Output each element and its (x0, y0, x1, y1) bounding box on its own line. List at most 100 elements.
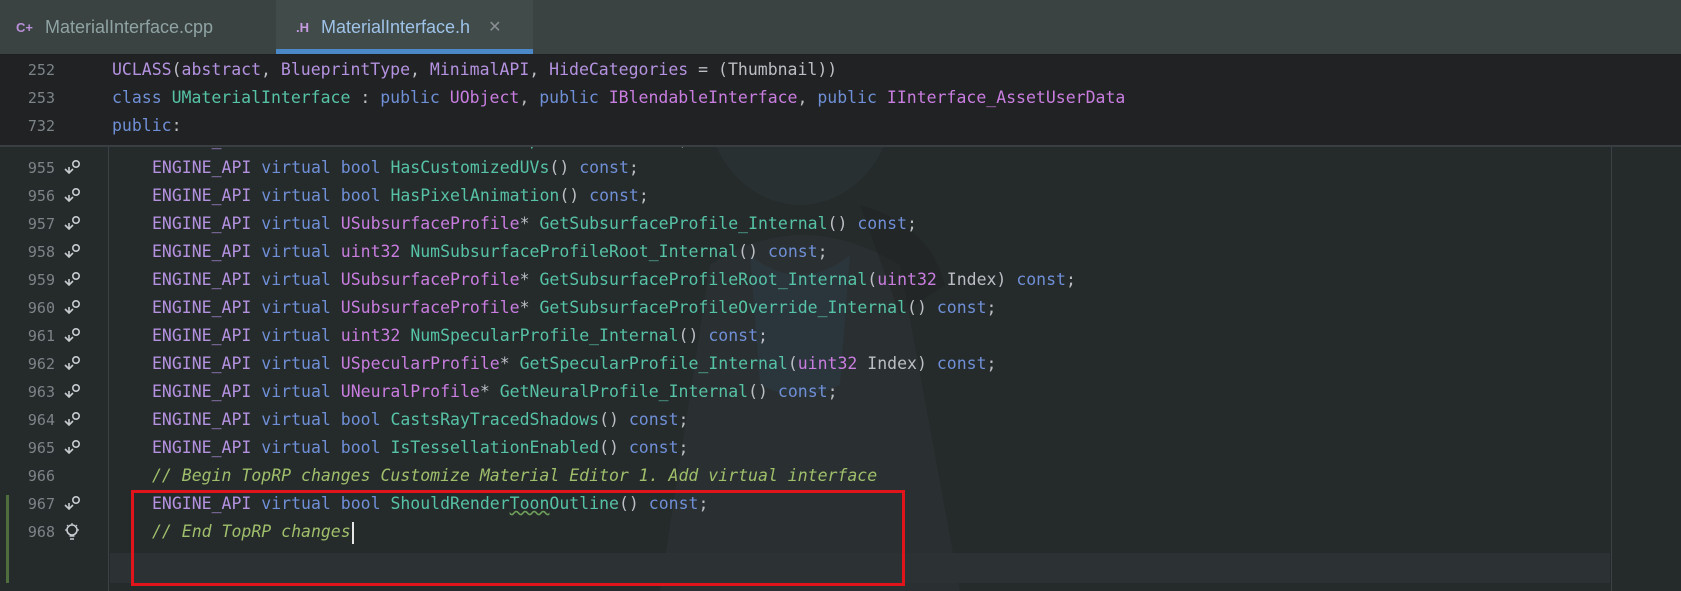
code-line[interactable]: 964 ENGINE_API virtual bool CastsRayTrace… (0, 405, 1681, 435)
override-icon[interactable] (62, 298, 82, 318)
override-icon[interactable] (62, 186, 82, 206)
code-token: const (628, 438, 679, 457)
code-text[interactable]: ENGINE_API virtual uint32 NumSpecularPro… (152, 321, 768, 351)
code-token: () (599, 438, 629, 457)
code-text[interactable]: UCLASS(abstract, BlueprintType, MinimalA… (112, 55, 837, 85)
code-text[interactable]: ENGINE_API virtual bool HasCustomizedUVs… (152, 153, 639, 183)
code-token: public (817, 88, 887, 107)
line-number[interactable]: 965 (0, 433, 55, 463)
code-line[interactable]: 965 ENGINE_API virtual bool IsTessellatio… (0, 433, 1681, 463)
code-text[interactable]: ENGINE_API virtual USubsurfaceProfile* G… (152, 293, 996, 323)
code-text[interactable]: ENGINE_API virtual bool CastsRayTracedSh… (152, 405, 688, 435)
code-token: ENGINE_API (152, 382, 262, 401)
editor-tab-bar: C+ MaterialInterface.cpp .H MaterialInte… (0, 0, 1681, 55)
code-text[interactable]: ENGINE_API virtual USpecularProfile* Get… (152, 349, 996, 379)
code-token: public (112, 116, 172, 135)
code-line[interactable]: 956 ENGINE_API virtual bool HasPixelAnima… (0, 181, 1681, 211)
code-token: ( (171, 60, 182, 79)
code-line[interactable]: 966 // Begin TopRP changes Customize Mate… (0, 461, 1681, 491)
code-text[interactable]: class UMaterialInterface : public UObjec… (112, 83, 1125, 113)
line-number[interactable]: 959 (0, 265, 55, 295)
code-token: () (599, 410, 629, 429)
code-text[interactable]: ENGINE_API virtual USubsurfaceProfile* G… (152, 265, 1076, 295)
code-token: IInterface_AssetUserData (886, 88, 1126, 107)
code-line[interactable]: 957 ENGINE_API virtual USubsurfaceProfile… (0, 209, 1681, 239)
code-token: virtual (261, 214, 341, 233)
code-token: ENGINE_API (152, 410, 262, 429)
override-icon[interactable] (62, 242, 82, 262)
line-number[interactable]: 963 (0, 377, 55, 407)
override-icon[interactable] (62, 438, 82, 458)
code-line[interactable]: 955 ENGINE_API virtual bool HasCustomized… (0, 153, 1681, 183)
tab-materialinterface-cpp[interactable]: C+ MaterialInterface.cpp (16, 0, 213, 54)
line-number[interactable]: 253 (0, 83, 55, 113)
code-line[interactable]: 961 ENGINE_API virtual uint32 NumSpecular… (0, 321, 1681, 351)
override-icon[interactable] (62, 410, 82, 430)
override-icon[interactable] (62, 494, 82, 514)
line-number[interactable]: 955 (0, 153, 55, 183)
code-text[interactable]: ENGINE_API virtual bool IsTessellationEn… (152, 433, 688, 463)
line-number[interactable]: 968 (0, 517, 55, 547)
code-token: const (579, 158, 629, 177)
override-icon[interactable] (62, 326, 82, 346)
code-text[interactable]: ENGINE_API virtual UNeuralProfile* GetNe… (152, 377, 838, 407)
tab-materialinterface-h[interactable]: .H MaterialInterface.h ✕ (276, 0, 533, 54)
override-icon[interactable] (62, 382, 82, 402)
code-token: = (Thumbnail)) (688, 60, 838, 79)
code-line[interactable]: 963 ENGINE_API virtual UNeuralProfile* Ge… (0, 377, 1681, 407)
code-token: NumSpecularProfile_Internal (410, 326, 679, 345)
code-token: () (549, 158, 580, 177)
code-line[interactable]: 732 public: (0, 111, 1681, 141)
line-number[interactable]: 962 (0, 349, 55, 379)
close-icon[interactable]: ✕ (488, 17, 501, 37)
override-icon[interactable] (62, 354, 82, 374)
line-number[interactable]: 966 (0, 461, 55, 491)
code-token: Index) (867, 354, 937, 373)
code-text[interactable]: public: (112, 111, 182, 141)
line-number[interactable]: 732 (0, 111, 55, 141)
code-text[interactable]: ENGINE_API virtual uint32 NumSubsurfaceP… (152, 237, 828, 267)
code-token: uint32 (340, 326, 411, 345)
override-icon[interactable] (62, 158, 82, 178)
code-line[interactable]: 959 ENGINE_API virtual USubsurfaceProfile… (0, 265, 1681, 295)
line-number[interactable]: 956 (0, 181, 55, 211)
line-number[interactable]: 957 (0, 209, 55, 239)
lightbulb-icon[interactable] (62, 522, 82, 542)
code-token: UCLASS (112, 60, 172, 79)
override-icon[interactable] (62, 214, 82, 234)
code-line[interactable]: 253 class UMaterialInterface : public UOb… (0, 83, 1681, 113)
code-text[interactable]: ENGINE_API virtual USubsurfaceProfile* G… (152, 209, 917, 239)
code-editor[interactable]: 252 UCLASS(abstract, BlueprintType, Minim… (0, 55, 1681, 591)
code-token: const (589, 186, 639, 205)
code-line[interactable]: 962 ENGINE_API virtual USpecularProfile* … (0, 349, 1681, 379)
code-text[interactable]: // Begin TopRP changes Customize Materia… (152, 461, 877, 491)
code-token: const (936, 298, 987, 317)
code-token: ; (628, 158, 639, 177)
code-text[interactable]: ENGINE_API virtual bool HasPixelAnimatio… (152, 181, 649, 211)
code-token: , (261, 60, 281, 79)
code-line[interactable]: 252 UCLASS(abstract, BlueprintType, Minim… (0, 55, 1681, 85)
code-token: : (350, 88, 381, 107)
override-icon[interactable] (62, 270, 82, 290)
code-token: USubsurfaceProfile (340, 270, 520, 289)
code-token: virtual (261, 158, 341, 177)
line-number[interactable]: 252 (0, 55, 55, 85)
code-token: virtual (261, 382, 341, 401)
code-line[interactable]: 960 ENGINE_API virtual USubsurfaceProfile… (0, 293, 1681, 323)
code-token: ENGINE_API (152, 242, 262, 261)
code-token: ENGINE_API (152, 438, 262, 457)
sticky-scroll-header[interactable]: 252 UCLASS(abstract, BlueprintType, Minim… (0, 55, 1681, 147)
line-number[interactable]: 960 (0, 293, 55, 323)
line-number[interactable]: 967 (0, 489, 55, 519)
line-number[interactable]: 964 (0, 405, 55, 435)
code-token: uint32 (797, 354, 868, 373)
code-token: , (797, 88, 818, 107)
code-line[interactable]: 958 ENGINE_API virtual uint32 NumSubsurfa… (0, 237, 1681, 267)
tab-label: MaterialInterface.h (321, 16, 471, 37)
code-token: virtual (261, 186, 341, 205)
line-number[interactable]: 961 (0, 321, 55, 351)
code-token: ENGINE_API (152, 354, 262, 373)
code-token: UObject (449, 88, 520, 107)
code-token: virtual (261, 410, 341, 429)
line-number[interactable]: 958 (0, 237, 55, 267)
